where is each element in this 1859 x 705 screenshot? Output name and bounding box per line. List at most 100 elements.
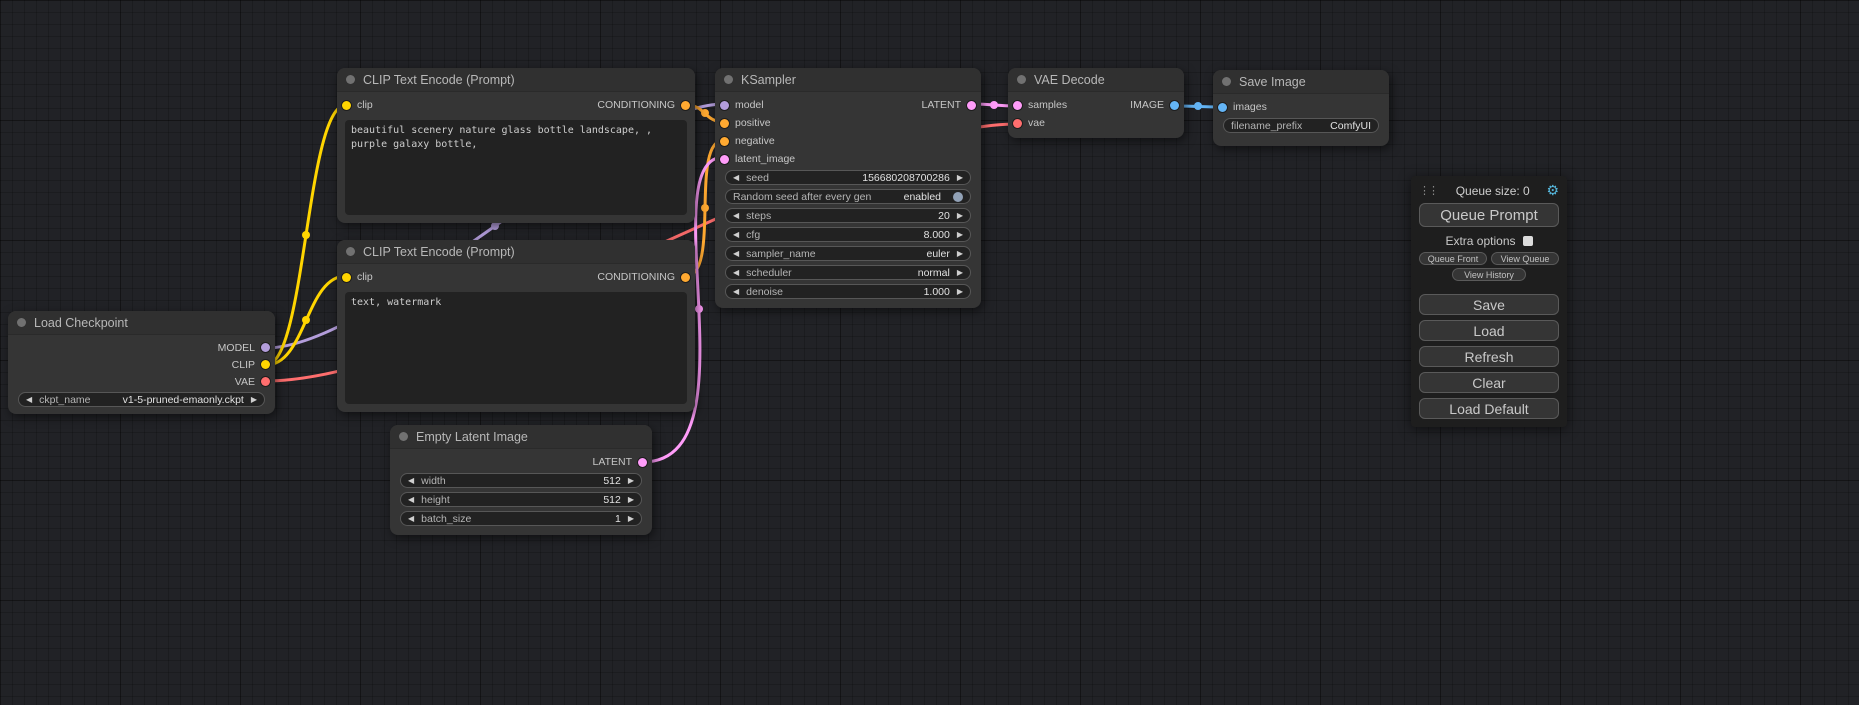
arrow-left-icon[interactable]: ◀: [733, 231, 739, 239]
input-slot-latent-image[interactable]: latent_image: [720, 153, 795, 165]
output-slot-conditioning[interactable]: CONDITIONING: [597, 271, 690, 283]
widget-denoise[interactable]: ◀ denoise 1.000 ▶: [725, 284, 971, 299]
widget-height[interactable]: ◀ height 512 ▶: [400, 492, 642, 507]
widget-seed[interactable]: ◀ seed 156680208700286 ▶: [725, 170, 971, 185]
node-vae-decode[interactable]: VAE Decode samples IMAGE vae: [1008, 68, 1184, 138]
node-title-bar[interactable]: CLIP Text Encode (Prompt): [337, 68, 695, 92]
node-title-bar[interactable]: Empty Latent Image: [390, 425, 652, 449]
refresh-button[interactable]: Refresh: [1419, 346, 1559, 367]
node-save-image[interactable]: Save Image images filename_prefix ComfyU…: [1213, 70, 1389, 146]
node-clip-text-encode-negative[interactable]: CLIP Text Encode (Prompt) clip CONDITION…: [337, 240, 695, 412]
input-dot-samples[interactable]: [1013, 101, 1022, 110]
arrow-left-icon[interactable]: ◀: [26, 396, 32, 404]
input-dot-positive[interactable]: [720, 119, 729, 128]
prompt-textarea[interactable]: text, watermark: [345, 292, 687, 404]
input-slot-clip[interactable]: clip: [342, 271, 373, 283]
input-dot-clip[interactable]: [342, 273, 351, 282]
input-dot-images[interactable]: [1218, 103, 1227, 112]
output-slot[interactable]: LATENT: [593, 456, 647, 468]
node-title-bar[interactable]: CLIP Text Encode (Prompt): [337, 240, 695, 264]
node-ksampler[interactable]: KSampler model LATENT positive negative: [715, 68, 981, 308]
output-dot-image[interactable]: [1170, 101, 1179, 110]
node-title-bar[interactable]: KSampler: [715, 68, 981, 92]
load-button[interactable]: Load: [1419, 320, 1559, 341]
input-slot-samples[interactable]: samples: [1013, 99, 1067, 111]
prompt-textarea[interactable]: beautiful scenery nature glass bottle la…: [345, 120, 687, 215]
arrow-right-icon[interactable]: ▶: [957, 269, 963, 277]
input-dot-model[interactable]: [720, 101, 729, 110]
widget-cfg[interactable]: ◀ cfg 8.000 ▶: [725, 227, 971, 242]
input-slot-clip[interactable]: clip: [342, 99, 373, 111]
output-slot[interactable]: CLIP: [232, 359, 270, 371]
input-slot-images[interactable]: images: [1218, 101, 1267, 113]
output-dot-clip[interactable]: [261, 360, 270, 369]
collapse-dot-icon[interactable]: [1222, 77, 1231, 86]
clear-button[interactable]: Clear: [1419, 372, 1559, 393]
output-dot-vae[interactable]: [261, 377, 270, 386]
arrow-right-icon[interactable]: ▶: [957, 250, 963, 258]
arrow-left-icon[interactable]: ◀: [733, 250, 739, 258]
widget-ckpt-name[interactable]: ◀ ckpt_name v1-5-pruned-emaonly.ckpt ▶: [18, 392, 265, 407]
input-dot-negative[interactable]: [720, 137, 729, 146]
view-queue-button[interactable]: View Queue: [1491, 252, 1559, 265]
input-dot-latent-image[interactable]: [720, 155, 729, 164]
load-default-button[interactable]: Load Default: [1419, 398, 1559, 419]
arrow-left-icon[interactable]: ◀: [733, 288, 739, 296]
output-dot-conditioning[interactable]: [681, 101, 690, 110]
widget-width[interactable]: ◀ width 512 ▶: [400, 473, 642, 488]
save-button[interactable]: Save: [1419, 294, 1559, 315]
node-title-bar[interactable]: Save Image: [1213, 70, 1389, 94]
widget-sampler-name[interactable]: ◀ sampler_name euler ▶: [725, 246, 971, 261]
extra-options-checkbox[interactable]: [1523, 236, 1533, 246]
drag-handle-icon[interactable]: ⋮⋮: [1419, 184, 1439, 197]
toggle-knob-icon[interactable]: [953, 192, 963, 202]
arrow-left-icon[interactable]: ◀: [733, 174, 739, 182]
input-slot-model[interactable]: model: [720, 99, 764, 111]
collapse-dot-icon[interactable]: [17, 318, 26, 327]
view-history-button[interactable]: View History: [1452, 268, 1526, 281]
arrow-right-icon[interactable]: ▶: [957, 288, 963, 296]
widget-steps[interactable]: ◀ steps 20 ▶: [725, 208, 971, 223]
node-title-bar[interactable]: VAE Decode: [1008, 68, 1184, 92]
node-load-checkpoint[interactable]: Load Checkpoint MODEL CLIP VAE ◀ ckpt_na…: [8, 311, 275, 414]
collapse-dot-icon[interactable]: [1017, 75, 1026, 84]
widget-batch-size[interactable]: ◀ batch_size 1 ▶: [400, 511, 642, 526]
arrow-right-icon[interactable]: ▶: [628, 515, 634, 523]
output-slot-latent[interactable]: LATENT: [922, 99, 976, 111]
arrow-right-icon[interactable]: ▶: [957, 174, 963, 182]
output-dot-latent[interactable]: [638, 458, 647, 467]
widget-filename-prefix[interactable]: filename_prefix ComfyUI: [1223, 118, 1379, 133]
collapse-dot-icon[interactable]: [346, 247, 355, 256]
arrow-left-icon[interactable]: ◀: [733, 212, 739, 220]
queue-front-button[interactable]: Queue Front: [1419, 252, 1487, 265]
arrow-right-icon[interactable]: ▶: [957, 212, 963, 220]
input-slot-positive[interactable]: positive: [720, 117, 771, 129]
arrow-right-icon[interactable]: ▶: [957, 231, 963, 239]
output-slot-conditioning[interactable]: CONDITIONING: [597, 99, 690, 111]
node-empty-latent-image[interactable]: Empty Latent Image LATENT ◀ width 512 ▶ …: [390, 425, 652, 535]
collapse-dot-icon[interactable]: [724, 75, 733, 84]
collapse-dot-icon[interactable]: [399, 432, 408, 441]
arrow-left-icon[interactable]: ◀: [408, 496, 414, 504]
arrow-right-icon[interactable]: ▶: [628, 477, 634, 485]
input-slot-negative[interactable]: negative: [720, 135, 775, 147]
output-dot-latent[interactable]: [967, 101, 976, 110]
input-dot-vae[interactable]: [1013, 119, 1022, 128]
collapse-dot-icon[interactable]: [346, 75, 355, 84]
queue-prompt-button[interactable]: Queue Prompt: [1419, 203, 1559, 227]
output-dot-model[interactable]: [261, 343, 270, 352]
node-clip-text-encode-positive[interactable]: CLIP Text Encode (Prompt) clip CONDITION…: [337, 68, 695, 223]
widget-scheduler[interactable]: ◀ scheduler normal ▶: [725, 265, 971, 280]
arrow-left-icon[interactable]: ◀: [408, 515, 414, 523]
node-title-bar[interactable]: Load Checkpoint: [8, 311, 275, 335]
arrow-left-icon[interactable]: ◀: [408, 477, 414, 485]
arrow-left-icon[interactable]: ◀: [733, 269, 739, 277]
gear-icon[interactable]: ⚙: [1546, 182, 1559, 199]
arrow-right-icon[interactable]: ▶: [628, 496, 634, 504]
output-slot-image[interactable]: IMAGE: [1130, 99, 1179, 111]
output-slot[interactable]: MODEL: [218, 342, 270, 354]
input-slot-vae[interactable]: vae: [1013, 117, 1045, 129]
arrow-right-icon[interactable]: ▶: [251, 396, 257, 404]
output-dot-conditioning[interactable]: [681, 273, 690, 282]
output-slot[interactable]: VAE: [235, 376, 270, 388]
